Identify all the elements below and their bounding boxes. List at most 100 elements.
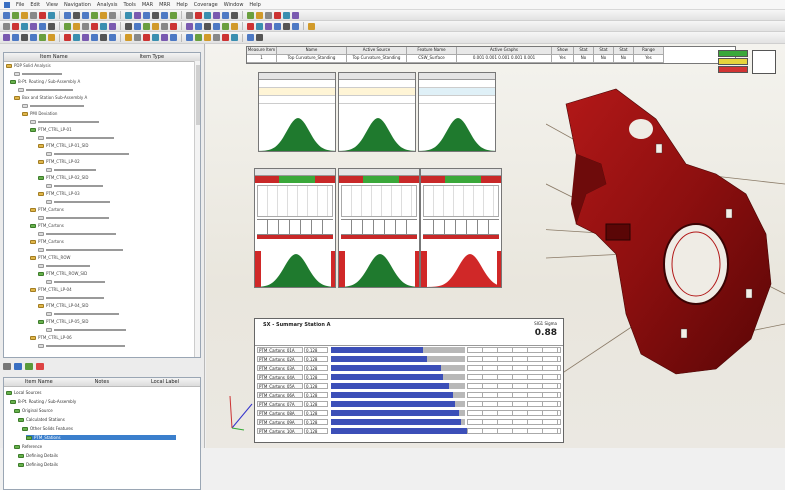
tree-subitem[interactable] xyxy=(38,247,123,252)
sources-header-name[interactable]: Item Name xyxy=(25,379,53,385)
tree-subitem[interactable] xyxy=(38,263,90,268)
toolbar-button-icon[interactable] xyxy=(73,34,80,41)
toolbar-button-icon[interactable] xyxy=(256,11,263,19)
toolbar-button-icon[interactable] xyxy=(109,11,116,19)
toolbar-button-icon[interactable] xyxy=(204,34,211,41)
toolbar-button-icon[interactable] xyxy=(308,22,315,30)
toolbar-button-icon[interactable] xyxy=(292,11,299,19)
toolbar-button-icon[interactable] xyxy=(143,34,150,41)
toolbar-button-icon[interactable] xyxy=(100,22,107,30)
table-cell[interactable]: CSW_Surface xyxy=(407,55,457,63)
summary-row[interactable]: PTM_Cartons_05A 0.128 xyxy=(257,383,561,390)
histogram-card[interactable] xyxy=(418,72,496,152)
toolbar-button-icon[interactable] xyxy=(195,22,202,30)
tree-item[interactable]: Box and Station Sub-Assembly A xyxy=(14,95,87,100)
tree-subitem[interactable] xyxy=(46,279,105,284)
tree-item[interactable]: PTM_CTRL_LP-04 xyxy=(30,287,72,292)
table-cell[interactable]: Top Curvature_Standing xyxy=(347,55,407,63)
source-item[interactable]: Local Sources xyxy=(6,390,41,395)
toolbar-button-icon[interactable] xyxy=(213,22,220,30)
toolbar-button-icon[interactable] xyxy=(247,34,254,41)
tree-item[interactable]: PTM_CTRL_LP-05_SID xyxy=(38,319,88,324)
toolbar-button-icon[interactable] xyxy=(64,11,71,19)
summary-row[interactable]: PTM_Cartons_08A 0.128 xyxy=(257,410,561,417)
toolbar-button-icon[interactable] xyxy=(283,11,290,19)
menu-analysis[interactable]: Analysis xyxy=(97,2,118,8)
tree-subitem[interactable] xyxy=(38,135,114,140)
toolbar-button-icon[interactable] xyxy=(170,34,177,41)
toolbar-button-icon[interactable] xyxy=(64,22,71,30)
table-cell[interactable]: No xyxy=(614,55,634,63)
tree-item[interactable]: PTM_CTRL_LP-06 xyxy=(30,335,72,340)
summary-row[interactable]: PTM_Cartons_03A 0.128 xyxy=(257,365,561,372)
menu-help[interactable]: Help xyxy=(176,2,187,8)
toolbar-button-icon[interactable] xyxy=(12,34,19,41)
toolbar-button-icon[interactable] xyxy=(213,11,220,19)
menu-coverage[interactable]: Coverage xyxy=(194,2,218,8)
filter-icon[interactable] xyxy=(14,363,22,370)
histogram-card[interactable] xyxy=(338,168,420,288)
toolbar-button-icon[interactable] xyxy=(109,22,116,30)
toolbar-button-icon[interactable] xyxy=(152,11,159,19)
source-item[interactable]: Defining Details xyxy=(18,453,58,458)
tree-subitem[interactable] xyxy=(38,215,109,220)
toolbar-button-icon[interactable] xyxy=(30,34,37,41)
tree-item[interactable]: PTM_CTRL_LP-01_SID xyxy=(38,143,88,148)
toolbar-button-icon[interactable] xyxy=(161,11,168,19)
toolbar-button-icon[interactable] xyxy=(213,34,220,41)
tree-item[interactable]: PTM_CTRL_ROW xyxy=(30,255,70,260)
tree-subitem[interactable] xyxy=(46,167,96,172)
toolbar-button-icon[interactable] xyxy=(12,11,19,19)
toolbar-button-icon[interactable] xyxy=(125,22,132,30)
toolbar-button-icon[interactable] xyxy=(222,11,229,19)
toolbar-button-icon[interactable] xyxy=(161,34,168,41)
toolbar-button-icon[interactable] xyxy=(30,11,37,19)
source-item[interactable]: B-Pt. Routing / Sub-Assembly xyxy=(10,399,76,404)
table-cell[interactable]: 0.001 0.001 0.001 0.001 0.001 xyxy=(457,55,552,63)
summary-row[interactable]: PTM_Cartons_07A 0.128 xyxy=(257,401,561,408)
summary-row[interactable]: PTM_Cartons_02A 0.128 xyxy=(257,356,561,363)
toolbar-button-icon[interactable] xyxy=(64,34,71,41)
tree-item[interactable]: PDP Solid Analysis xyxy=(6,63,51,68)
source-item[interactable]: Reference xyxy=(14,444,42,449)
toolbar-button-icon[interactable] xyxy=(204,22,211,30)
table-cell[interactable]: Yes xyxy=(552,55,574,63)
toolbar-button-icon[interactable] xyxy=(143,22,150,30)
tree-subitem[interactable] xyxy=(38,343,125,348)
toolbar-button-icon[interactable] xyxy=(82,11,89,19)
source-item[interactable]: Other Solids Features xyxy=(22,426,73,431)
toolbar-button-icon[interactable] xyxy=(109,34,116,41)
toolbar-button-icon[interactable] xyxy=(292,22,299,30)
tree-subitem[interactable] xyxy=(46,311,119,316)
toolbar-button-icon[interactable] xyxy=(274,11,281,19)
menu-tools[interactable]: Tools xyxy=(124,2,136,8)
table-cell[interactable]: Yes xyxy=(634,55,664,63)
toolbar-button-icon[interactable] xyxy=(100,11,107,19)
summary-row[interactable]: PTM_Cartons_09A 0.128 xyxy=(257,419,561,426)
toolbar-button-icon[interactable] xyxy=(12,22,19,30)
tree-subitem[interactable] xyxy=(38,295,104,300)
toolbar-button-icon[interactable] xyxy=(125,11,132,19)
tree-item[interactable]: PTM_CTRL_LP-02 xyxy=(38,159,80,164)
toolbar-button-icon[interactable] xyxy=(222,34,229,41)
source-item[interactable]: Original Source xyxy=(14,408,53,413)
toolbar-button-icon[interactable] xyxy=(48,34,55,41)
menu-mrr[interactable]: MRR xyxy=(159,2,170,8)
toolbar-button-icon[interactable] xyxy=(30,22,37,30)
toolbar-button-icon[interactable] xyxy=(256,22,263,30)
toolbar-button-icon[interactable] xyxy=(186,11,193,19)
toolbar-button-icon[interactable] xyxy=(186,34,193,41)
tree-subitem[interactable] xyxy=(46,183,103,188)
table-cell[interactable]: No xyxy=(594,55,614,63)
toolbar-button-icon[interactable] xyxy=(91,34,98,41)
menu-mar[interactable]: MAR xyxy=(142,2,153,8)
tree-item[interactable]: PTM_CTRL_LP-02_SID xyxy=(38,175,88,180)
histogram-card[interactable] xyxy=(258,72,336,152)
menu-help-2[interactable]: Help xyxy=(249,2,260,8)
toolbar-button-icon[interactable] xyxy=(247,22,254,30)
toolbar-button-icon[interactable] xyxy=(125,34,132,41)
toolbar-button-icon[interactable] xyxy=(3,11,10,19)
add-icon[interactable] xyxy=(25,363,33,370)
menu-window[interactable]: Window xyxy=(224,2,244,8)
menu-file[interactable]: File xyxy=(16,2,24,8)
